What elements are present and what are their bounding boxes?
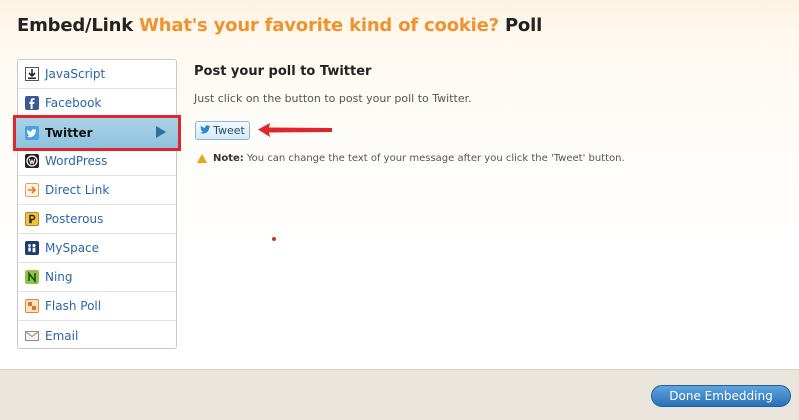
tweet-button-label: Tweet (213, 124, 245, 137)
done-embedding-button[interactable]: Done Embedding (651, 385, 791, 407)
sidebar-item-label: JavaScript (45, 67, 106, 81)
myspace-icon (25, 241, 39, 255)
stray-dot (272, 237, 276, 241)
chevron-right-icon (156, 126, 166, 138)
sidebar-item-label: Facebook (45, 96, 102, 110)
red-pointer-arrow (258, 123, 332, 137)
section-heading: Post your poll to Twitter (194, 64, 372, 79)
sidebar-item-ning[interactable]: Ning (18, 263, 176, 292)
tweet-button[interactable]: Tweet (195, 121, 250, 140)
sidebar-item-flash-poll[interactable]: Flash Poll (18, 292, 176, 321)
embed-options-sidebar: JavaScript Facebook Twitter WordPress Di… (13, 59, 181, 350)
flash-icon (25, 299, 39, 313)
sidebar-item-label: Ning (45, 270, 73, 284)
sidebar-item-label: Direct Link (45, 183, 110, 197)
sidebar-item-label: Flash Poll (45, 299, 102, 313)
posterous-icon (25, 212, 39, 226)
dialog-header: Embed/Link What's your favorite kind of … (0, 0, 799, 52)
sidebar-item-email[interactable]: Email (18, 321, 176, 350)
twitter-icon (25, 126, 39, 140)
sidebar-item-label: MySpace (45, 241, 100, 255)
sidebar-item-posterous[interactable]: Posterous (18, 205, 176, 234)
page-title: Embed/Link What's your favorite kind of … (17, 15, 542, 36)
envelope-icon (25, 329, 39, 343)
sidebar-item-facebook[interactable]: Facebook (18, 89, 176, 118)
sidebar-item-label: Posterous (45, 212, 104, 226)
warning-icon (197, 154, 207, 163)
sidebar-item-label: Twitter (45, 126, 93, 140)
download-icon (25, 67, 39, 81)
sidebar-item-myspace[interactable]: MySpace (18, 234, 176, 263)
note-message: Note: You can change the text of your me… (197, 153, 625, 164)
section-description: Just click on the button to post your po… (194, 92, 472, 105)
twitter-bird-icon (200, 124, 211, 137)
sidebar-item-javascript[interactable]: JavaScript (18, 60, 176, 89)
poll-question: What's your favorite kind of cookie? (139, 15, 499, 36)
note-text: You can change the text of your message … (246, 153, 625, 164)
title-prefix: Embed/Link (17, 15, 134, 36)
sidebar-item-wordpress[interactable]: WordPress (18, 147, 176, 176)
sidebar-item-label: WordPress (45, 154, 108, 168)
title-suffix: Poll (504, 15, 543, 36)
sidebar-item-direct-link[interactable]: Direct Link (18, 176, 176, 205)
ning-icon (25, 270, 39, 284)
sidebar-item-twitter[interactable]: Twitter (13, 115, 181, 151)
facebook-icon (25, 96, 39, 110)
note-label: Note: (213, 153, 244, 164)
wordpress-icon (25, 154, 39, 168)
link-arrow-icon (25, 183, 39, 197)
sidebar-item-label: Email (45, 328, 79, 343)
